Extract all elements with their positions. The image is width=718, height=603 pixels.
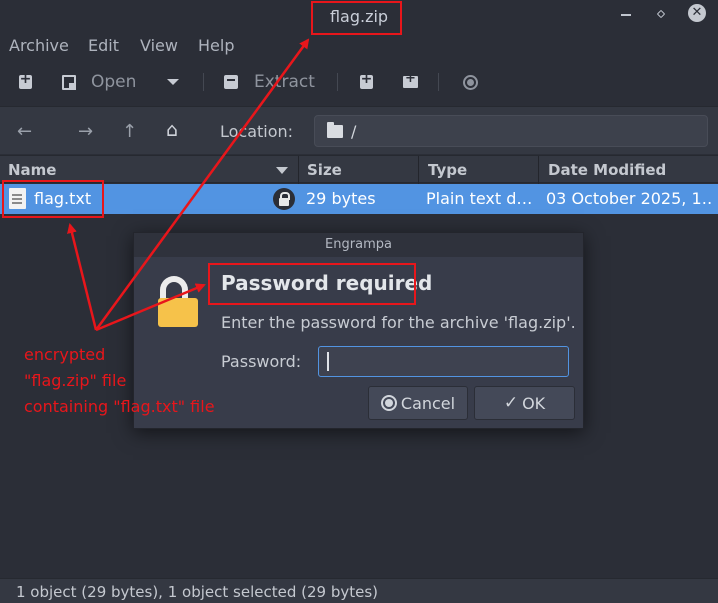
home-button[interactable]: ⌂ — [166, 119, 178, 141]
extract-button[interactable]: Extract — [224, 64, 315, 100]
stop-button[interactable] — [463, 64, 478, 100]
cancel-label: Cancel — [400, 393, 456, 413]
file-date: 03 October 2025, 1… — [546, 189, 714, 208]
dialog-message: Enter the password for the archive 'flag… — [221, 313, 576, 332]
back-button[interactable]: ← — [17, 121, 32, 142]
new-archive-icon — [19, 71, 32, 89]
column-divider — [298, 156, 299, 184]
cancel-icon — [380, 395, 397, 411]
dialog-title: Engrampa — [134, 233, 583, 257]
password-label: Password: — [221, 352, 302, 371]
chevron-down-icon — [167, 79, 179, 85]
toolbar-divider — [337, 73, 338, 91]
file-type: Plain text d… — [426, 189, 533, 208]
annotation-box-heading — [208, 263, 416, 305]
location-field[interactable]: / — [314, 115, 708, 147]
check-icon: ✓ — [503, 393, 519, 413]
menu-edit[interactable]: Edit — [88, 36, 119, 55]
open-dropdown-button[interactable] — [167, 64, 179, 100]
text-cursor — [327, 352, 329, 371]
column-name[interactable]: Name — [8, 161, 56, 179]
table-row[interactable]: flag.txt 29 bytes Plain text d… 03 Octob… — [0, 184, 718, 214]
menu-archive[interactable]: Archive — [9, 36, 69, 55]
new-archive-button[interactable] — [19, 64, 32, 100]
column-size[interactable]: Size — [307, 161, 342, 179]
forward-button[interactable]: → — [78, 121, 93, 142]
file-list-header: Name Size Type Date Modified — [0, 155, 718, 184]
status-text: 1 object (29 bytes), 1 object selected (… — [16, 583, 378, 601]
column-divider — [418, 156, 419, 184]
column-divider — [538, 156, 539, 184]
file-size: 29 bytes — [306, 189, 376, 208]
toolbar-divider — [438, 73, 439, 91]
minimize-button[interactable] — [621, 14, 631, 16]
open-icon — [62, 74, 76, 90]
extract-icon — [224, 75, 238, 89]
toolbar: Open Extract — [0, 64, 718, 100]
menu-help[interactable]: Help — [198, 36, 234, 55]
annotation-box-file — [2, 180, 104, 218]
stop-icon — [463, 74, 478, 90]
location-label: Location: — [220, 122, 294, 141]
up-button[interactable]: ↑ — [122, 121, 137, 142]
add-files-icon — [360, 71, 373, 89]
lock-icon — [273, 188, 295, 210]
menu-view[interactable]: View — [140, 36, 178, 55]
toolbar-divider — [203, 73, 204, 91]
ok-button[interactable]: ✓ OK — [474, 386, 575, 420]
extract-label: Extract — [254, 72, 315, 92]
menu-bar: Archive Edit View Help — [0, 34, 718, 58]
status-bar: 1 object (29 bytes), 1 object selected (… — [0, 578, 718, 603]
padlock-icon — [158, 276, 198, 327]
annotation-line-2: "flag.zip" file — [24, 371, 127, 390]
column-date-modified[interactable]: Date Modified — [548, 161, 666, 179]
location-path: / — [351, 121, 357, 141]
open-button[interactable]: Open — [62, 64, 136, 100]
add-folder-button[interactable] — [403, 64, 418, 100]
column-type[interactable]: Type — [428, 161, 467, 179]
password-field[interactable] — [318, 346, 569, 377]
annotation-line-1: encrypted — [24, 345, 106, 364]
open-label: Open — [91, 72, 137, 92]
cancel-button[interactable]: Cancel — [368, 386, 468, 420]
add-files-button[interactable] — [360, 64, 373, 100]
annotation-box-title — [311, 1, 402, 35]
annotation-line-3: containing "flag.txt" file — [24, 397, 215, 416]
location-bar: ← → ↑ ⌂ Location: / — [0, 106, 718, 154]
folder-icon — [327, 121, 343, 138]
add-folder-icon — [403, 71, 418, 88]
sort-descending-icon[interactable] — [276, 167, 288, 174]
close-button[interactable]: ✕ — [688, 4, 706, 22]
ok-label: OK — [522, 393, 546, 413]
